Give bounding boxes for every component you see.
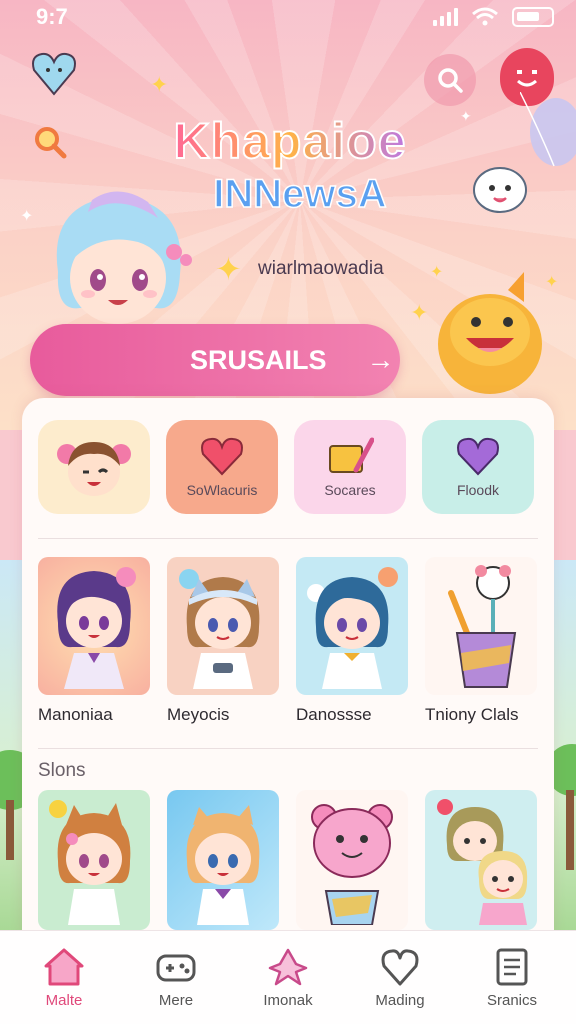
card-label: Meyocis: [167, 705, 230, 724]
featured-row: Manoniaa Meyocis Danossse Tniony Clals: [38, 557, 538, 725]
document-icon: [496, 948, 528, 986]
heart-mascot-icon: [32, 52, 76, 96]
tab-label: Mere: [158, 992, 194, 1009]
divider: [38, 748, 538, 749]
purple-hair-girl-icon: [57, 567, 136, 689]
sparkle-icon: ✦: [410, 300, 429, 325]
cloud-mascot-icon: [473, 167, 527, 213]
tab-more[interactable]: Mere: [126, 946, 226, 1009]
two-girls-icon: [437, 799, 528, 925]
app-title-line1: Khapaioe: [150, 112, 430, 170]
tab-character[interactable]: Imonak: [238, 946, 338, 1009]
divider: [38, 538, 538, 539]
category-tile-avatar[interactable]: [38, 420, 150, 514]
card-image: [425, 557, 537, 695]
section-card-1[interactable]: [38, 790, 150, 930]
category-label: Floodk: [456, 482, 500, 498]
tab-label: Mading: [375, 992, 425, 1009]
sparkle-icon: ✦: [460, 108, 472, 124]
tab-mading[interactable]: Mading: [350, 946, 450, 1009]
tab-label: Malte: [45, 992, 83, 1009]
sparkle-icon: ✦: [150, 72, 169, 97]
card-image: [38, 790, 150, 930]
section-title: Slons: [38, 760, 86, 781]
character-icon: [268, 948, 308, 986]
app-title-line2: INNewsA: [213, 171, 388, 217]
ruler-pencil-icon: [329, 437, 374, 473]
boy-avatar-icon: [57, 442, 131, 496]
category-tile-1[interactable]: SoWlacuris: [166, 420, 278, 514]
section-row: [38, 790, 538, 930]
orange-hair-girl-icon: [49, 800, 131, 925]
status-icons: [433, 7, 554, 27]
card-label: Tniony Clals: [425, 705, 519, 724]
category-tile-2[interactable]: Socares: [294, 420, 406, 514]
sparkle-icon: ✦: [20, 208, 34, 225]
tab-home[interactable]: Malte: [14, 946, 114, 1009]
blonde-boy-icon: [186, 805, 260, 925]
wifi-icon: [472, 7, 498, 26]
battery-icon: [512, 7, 554, 27]
category-tile-3[interactable]: Floodk: [422, 420, 534, 514]
magnifier-icon: [35, 127, 67, 159]
tab-label: Imonak: [263, 992, 313, 1009]
pencil-cup-icon: [448, 565, 517, 688]
brown-hair-girl-icon: [179, 569, 260, 689]
blue-hair-girl-icon: [307, 567, 398, 689]
section-card-2[interactable]: [167, 790, 279, 930]
status-time: 9:7: [36, 4, 68, 29]
heart-icon: [457, 437, 499, 476]
hero-subtitle: wiarlmaowadia: [258, 258, 384, 279]
card-image: [167, 790, 279, 930]
featured-card-1[interactable]: Manoniaa: [38, 557, 150, 725]
cell-signal-icon: [433, 8, 458, 26]
tab-label: Sranics: [486, 992, 538, 1009]
card-label: Danossse: [296, 705, 372, 724]
status-bar: 9:7: [0, 0, 576, 34]
pink-bear-icon: [311, 804, 393, 925]
orange-monster-mascot-icon: [438, 272, 542, 394]
search-button[interactable]: [424, 54, 476, 106]
featured-card-2[interactable]: Meyocis: [167, 557, 279, 725]
hero-cta-button[interactable]: SRUSAILS →: [30, 324, 400, 396]
card-image: [296, 790, 408, 930]
heart-outline-icon: [381, 949, 419, 986]
card-label: Manoniaa: [38, 705, 113, 724]
gamepad-icon: [156, 954, 196, 982]
cta-label: SRUSAILS: [190, 344, 327, 375]
featured-card-3[interactable]: Danossse: [296, 557, 408, 725]
card-image: [167, 557, 279, 695]
category-label: SoWlacuris: [186, 482, 258, 498]
home-icon: [44, 948, 84, 986]
card-image: [296, 557, 408, 695]
section-card-4[interactable]: [425, 790, 537, 930]
arrow-right-icon: →: [366, 344, 395, 375]
search-icon: [438, 68, 463, 93]
card-image: [38, 557, 150, 695]
category-row: SoWlacuris Socares Floodk: [38, 420, 538, 514]
bottom-tab-bar: Malte Mere Imonak Mading Sranics: [0, 930, 576, 1024]
card-image: [425, 790, 537, 930]
section-card-3[interactable]: [296, 790, 408, 930]
tab-sranics[interactable]: Sranics: [462, 946, 562, 1009]
heart-icon: [201, 437, 243, 476]
featured-card-4[interactable]: Tniony Clals: [425, 557, 537, 725]
sparkle-icon: ✦: [215, 251, 242, 287]
smiley-balloon-icon: [517, 70, 537, 87]
category-label: Socares: [324, 482, 376, 498]
